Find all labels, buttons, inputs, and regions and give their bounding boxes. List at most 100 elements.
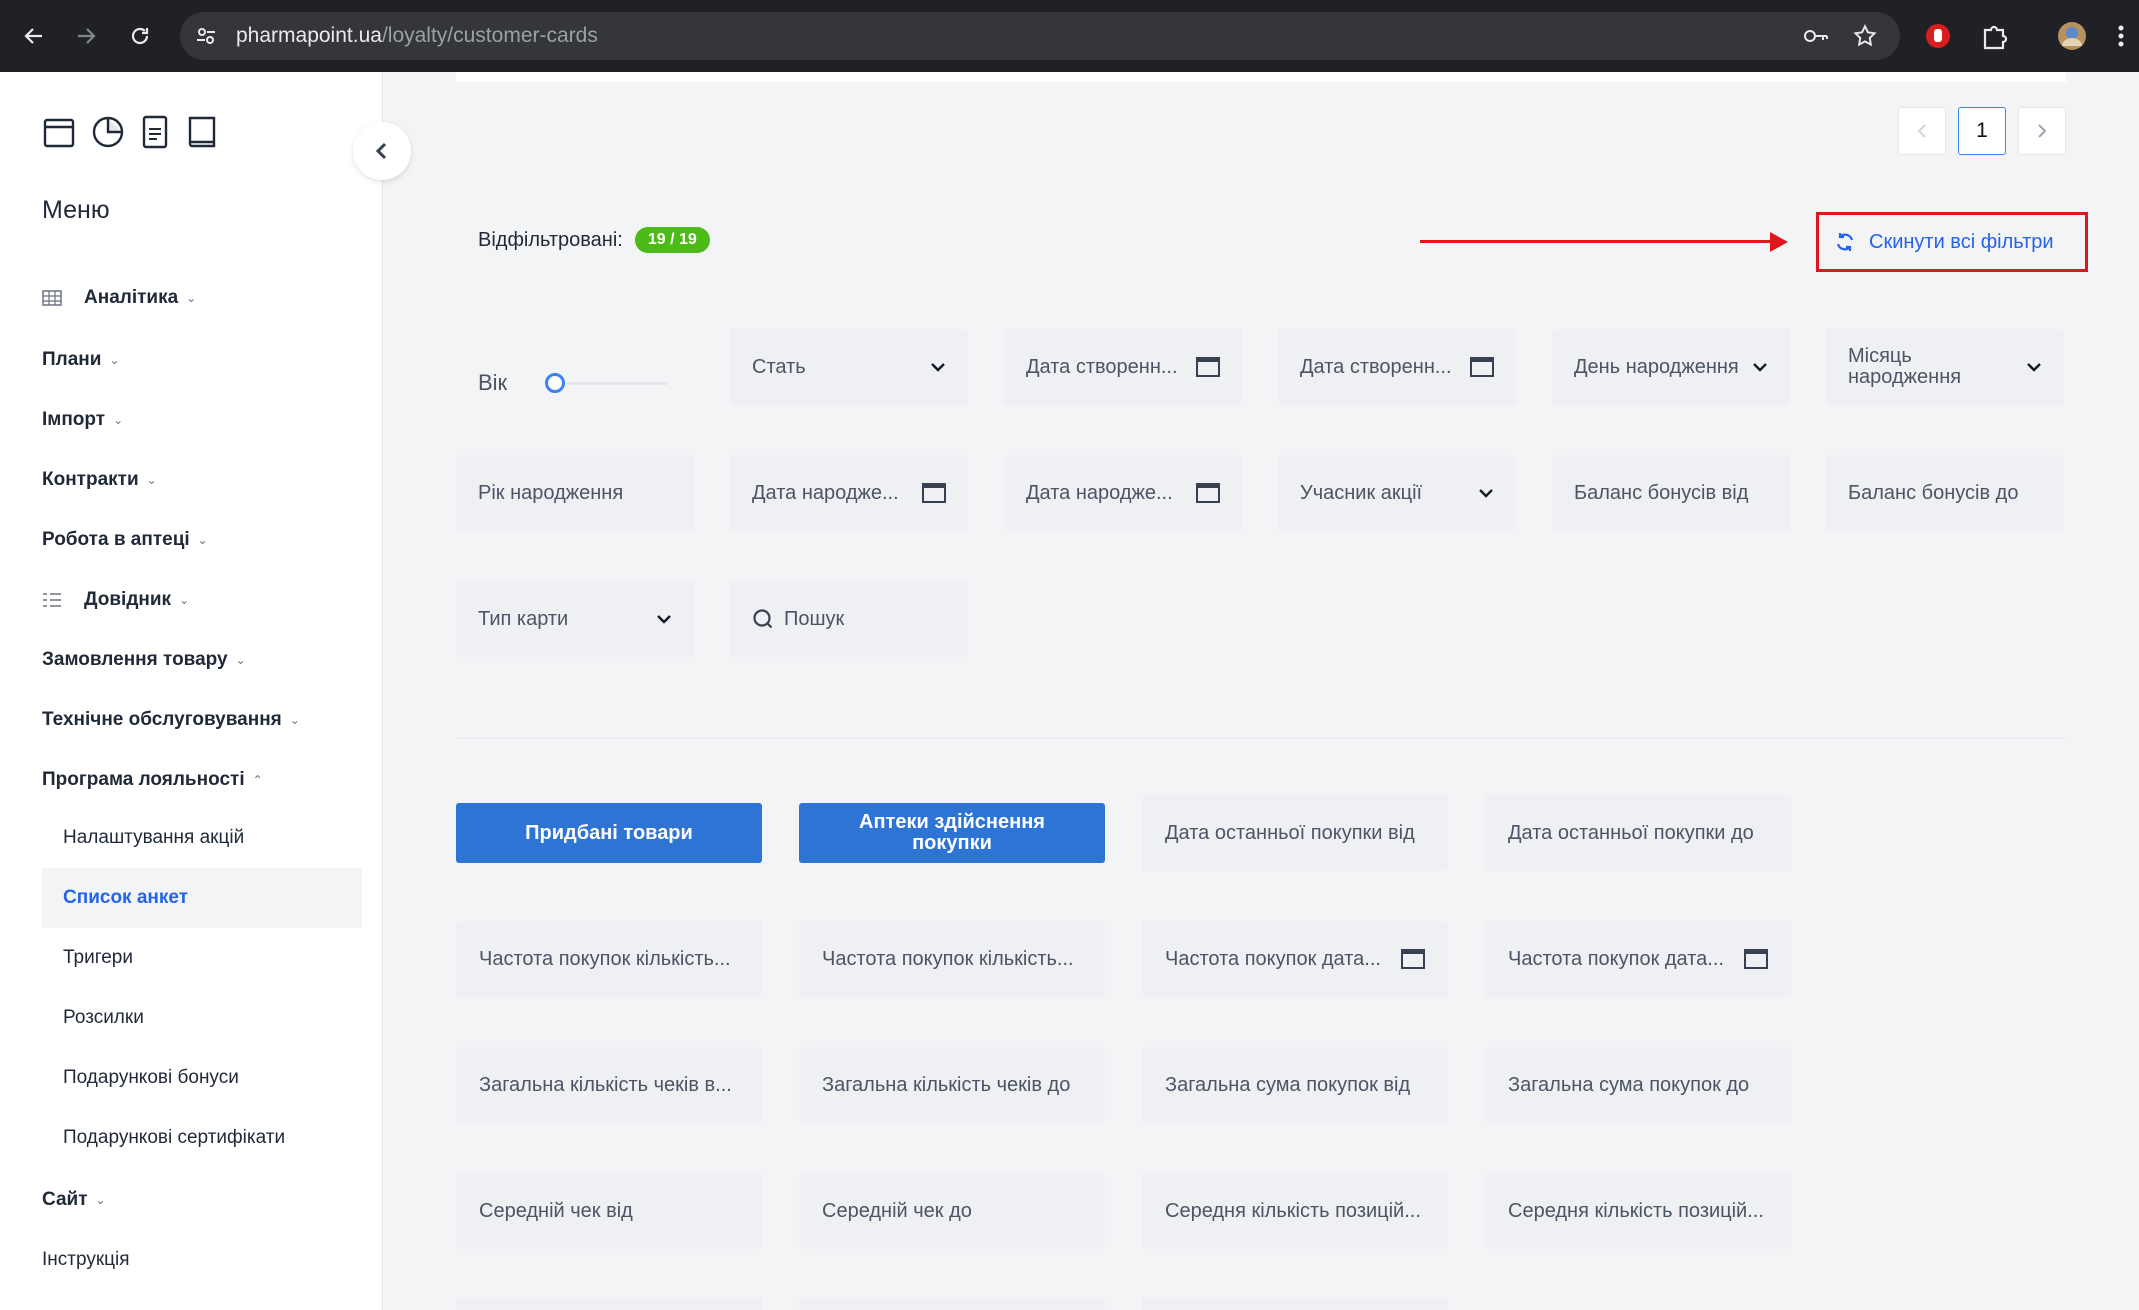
section-divider bbox=[456, 738, 2066, 739]
sidebar-item-pharmacy-work[interactable]: Робота в аптеці ⌄ bbox=[42, 522, 208, 558]
calendar-icon bbox=[1401, 949, 1425, 969]
chevron-down-icon: ⌄ bbox=[197, 533, 208, 547]
sidebar-item-contracts[interactable]: Контракти ⌄ bbox=[42, 462, 157, 498]
calendar-icon bbox=[922, 483, 946, 503]
total-purchases-sum-to-field[interactable]: Загальна сума покупок до bbox=[1485, 1047, 1791, 1123]
sidebar-subitem-gift-certificates[interactable]: Подарункові сертифікати bbox=[42, 1108, 362, 1168]
refresh-icon bbox=[1836, 233, 1854, 251]
sidebar-item-directory[interactable]: Довідник ⌄ bbox=[42, 582, 189, 618]
chevron-down-icon bbox=[2027, 363, 2041, 372]
menu-title: Меню bbox=[42, 196, 110, 224]
filtered-badge: 19 / 19 bbox=[634, 227, 710, 253]
purchase-frequency-date-to-field[interactable]: Частота покупок дата... bbox=[1485, 921, 1791, 997]
chevron-down-icon: ⌄ bbox=[146, 473, 157, 487]
sidebar: Меню Аналітика ⌄ Плани ⌄ Імпорт ⌄ Контракти… bbox=[0, 72, 383, 1310]
purchase-pharmacies-button[interactable]: Аптеки здійснення покупки bbox=[799, 803, 1105, 863]
chevron-down-icon: ⌄ bbox=[113, 413, 124, 427]
chevron-down-icon: ⌄ bbox=[235, 653, 246, 667]
purchase-frequency-date-from-field[interactable]: Частота покупок дата... bbox=[1142, 921, 1448, 997]
average-items-count-to-field[interactable]: Середня кількість позицій... bbox=[1485, 1173, 1791, 1249]
browser-menu-icon[interactable] bbox=[2114, 20, 2128, 52]
profile-avatar[interactable] bbox=[2056, 20, 2088, 52]
reset-filters-label: Скинути всі фільтри bbox=[1869, 230, 2054, 253]
last-purchase-to-field[interactable]: Дата останньої покупки до bbox=[1485, 795, 1791, 871]
chevron-left-icon bbox=[1917, 124, 1926, 138]
age-range-filter[interactable]: Вік bbox=[478, 355, 678, 411]
password-key-icon[interactable] bbox=[1802, 24, 1830, 48]
next-row-field[interactable] bbox=[1142, 1298, 1448, 1310]
birth-date-to-field[interactable]: Дата народже... bbox=[1004, 455, 1242, 531]
sidebar-item-instructions[interactable]: Інструкція bbox=[42, 1242, 130, 1278]
promo-participant-select[interactable]: Учасник акції bbox=[1278, 455, 1516, 531]
sidebar-subitem-gift-bonuses[interactable]: Подарункові бонуси bbox=[42, 1048, 362, 1108]
sidebar-item-site[interactable]: Сайт ⌄ bbox=[42, 1182, 106, 1218]
chevron-down-icon bbox=[657, 615, 671, 624]
next-row-field[interactable] bbox=[799, 1298, 1105, 1310]
last-purchase-from-field[interactable]: Дата останньої покупки від bbox=[1142, 795, 1448, 871]
pagination-page-button[interactable]: 1 bbox=[1958, 107, 2006, 155]
sidebar-subitem-promo-settings[interactable]: Налаштування акцій bbox=[42, 808, 362, 868]
site-settings-icon[interactable] bbox=[194, 24, 218, 48]
chevron-down-icon: ⌄ bbox=[186, 291, 197, 305]
sidebar-item-orders[interactable]: Замовлення товару ⌄ bbox=[42, 642, 246, 678]
search-icon bbox=[753, 609, 773, 629]
sidebar-item-import[interactable]: Імпорт ⌄ bbox=[42, 402, 123, 438]
forward-icon[interactable] bbox=[68, 18, 104, 54]
sidebar-subitem-questionnaires[interactable]: Список анкет bbox=[42, 868, 362, 928]
average-receipt-from-field[interactable]: Середній чек від bbox=[456, 1173, 762, 1249]
table-icon bbox=[42, 290, 62, 306]
purchased-products-button[interactable]: Придбані товари bbox=[456, 803, 762, 863]
average-receipt-to-field[interactable]: Середній чек до bbox=[799, 1173, 1105, 1249]
age-slider-handle[interactable] bbox=[545, 373, 566, 393]
age-slider-track[interactable] bbox=[567, 381, 668, 385]
sidebar-item-analytics[interactable]: Аналітика ⌄ bbox=[42, 280, 196, 316]
sidebar-subitem-mailings[interactable]: Розсилки bbox=[42, 988, 362, 1048]
browser-toolbar: pharmapoint.ua/loyalty/customer-cards bbox=[0, 0, 2139, 72]
card-type-select[interactable]: Тип карти bbox=[456, 581, 694, 657]
purchase-frequency-count-to-field[interactable]: Частота покупок кількість... bbox=[799, 921, 1105, 997]
birth-day-select[interactable]: День народження bbox=[1552, 329, 1790, 405]
extension-stop-icon[interactable] bbox=[1922, 20, 1954, 52]
birth-date-from-field[interactable]: Дата народже... bbox=[730, 455, 968, 531]
pie-chart-icon[interactable] bbox=[90, 114, 124, 150]
extensions-puzzle-icon[interactable] bbox=[1978, 20, 2010, 52]
bonus-balance-from-field[interactable]: Баланс бонусів від bbox=[1552, 455, 1790, 531]
archive-icon[interactable] bbox=[42, 114, 76, 150]
filtered-count: Відфільтровані: 19 / 19 bbox=[478, 227, 710, 253]
created-date-to-field[interactable]: Дата створенн... bbox=[1278, 329, 1516, 405]
main-content: 1 Відфільтровані: 19 / 19 Скинути всі фі… bbox=[384, 72, 2139, 1310]
total-receipts-to-field[interactable]: Загальна кількість чеків до bbox=[799, 1047, 1105, 1123]
reset-filters-button[interactable]: Скинути всі фільтри bbox=[1816, 212, 2088, 272]
chevron-down-icon bbox=[931, 363, 945, 372]
document-icon[interactable] bbox=[138, 114, 172, 150]
total-purchases-sum-from-field[interactable]: Загальна сума покупок від bbox=[1142, 1047, 1448, 1123]
bonus-balance-to-field[interactable]: Баланс бонусів до bbox=[1826, 455, 2064, 531]
reload-icon[interactable] bbox=[122, 18, 158, 54]
sidebar-item-plans[interactable]: Плани ⌄ bbox=[42, 342, 120, 378]
total-receipts-from-field[interactable]: Загальна кількість чеків в... bbox=[456, 1047, 762, 1123]
calendar-icon bbox=[1196, 483, 1220, 503]
pagination-next-button[interactable] bbox=[2018, 107, 2066, 155]
gender-select[interactable]: Стать bbox=[730, 329, 968, 405]
back-icon[interactable] bbox=[16, 18, 52, 54]
birth-year-field[interactable]: Рік народження bbox=[456, 455, 694, 531]
annotation-arrow-line bbox=[1420, 240, 1772, 243]
chevron-up-icon: ⌃ bbox=[252, 773, 263, 787]
created-date-from-field[interactable]: Дата створенн... bbox=[1004, 329, 1242, 405]
chevron-down-icon: ⌄ bbox=[289, 713, 300, 727]
sidebar-item-loyalty[interactable]: Програма лояльності ⌃ bbox=[42, 762, 263, 798]
bookmark-star-icon[interactable] bbox=[1852, 23, 1878, 49]
sidebar-subitem-triggers[interactable]: Тригери bbox=[42, 928, 362, 988]
average-items-count-from-field[interactable]: Середня кількість позицій... bbox=[1142, 1173, 1448, 1249]
calendar-icon bbox=[1470, 357, 1494, 377]
purchase-frequency-count-from-field[interactable]: Частота покупок кількість... bbox=[456, 921, 762, 997]
search-input[interactable]: Пошук bbox=[730, 581, 968, 657]
book-icon[interactable] bbox=[186, 114, 220, 150]
sidebar-item-maintenance[interactable]: Технічне обслуговування ⌄ bbox=[42, 702, 300, 738]
birth-month-select[interactable]: Місяць народження bbox=[1826, 329, 2064, 405]
pagination-prev-button[interactable] bbox=[1898, 107, 1946, 155]
next-row-field[interactable] bbox=[456, 1298, 762, 1310]
url-text: pharmapoint.ua/loyalty/customer-cards bbox=[236, 24, 598, 47]
address-bar[interactable]: pharmapoint.ua/loyalty/customer-cards bbox=[180, 12, 1900, 60]
age-label: Вік bbox=[478, 370, 508, 395]
